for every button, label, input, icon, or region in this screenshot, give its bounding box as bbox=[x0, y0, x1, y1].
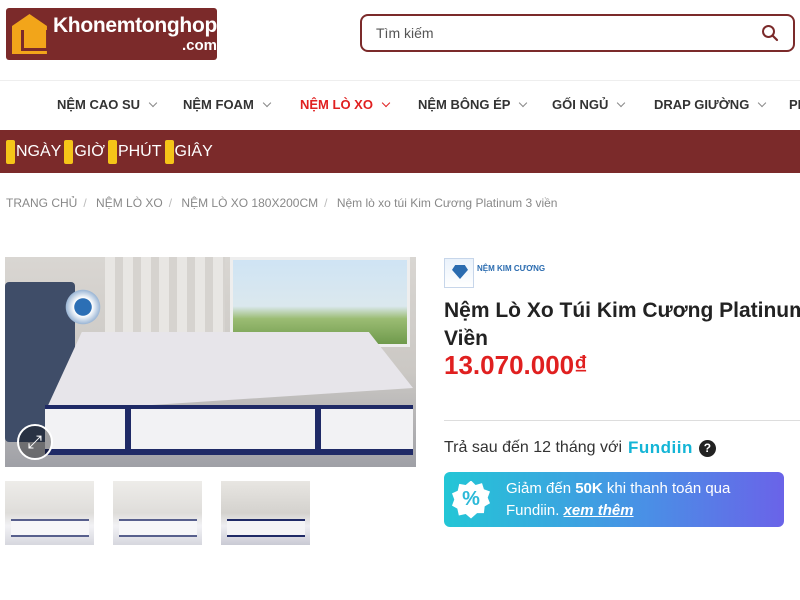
breadcrumb-link-subcategory[interactable]: NỆM LÒ XO 180X200CM bbox=[181, 196, 318, 210]
search-icon[interactable] bbox=[761, 24, 779, 42]
fundiin-logo: Fundiin bbox=[628, 438, 693, 457]
discount-badge-icon: % bbox=[452, 480, 490, 519]
countdown-value bbox=[107, 139, 117, 164]
promo-text: Giảm đến 50K khi thanh toán qua Fundiin.… bbox=[506, 478, 730, 522]
fundiin-promo-banner[interactable]: % Giảm đến 50K khi thanh toán qua Fundii… bbox=[444, 472, 784, 527]
promo-prefix: Giảm đến bbox=[506, 479, 572, 497]
nav-item-nem-foam[interactable]: NỆM FOAM bbox=[183, 97, 272, 112]
nav-item-label: GỐI NGỦ bbox=[552, 97, 609, 112]
countdown-minutes: PHÚT bbox=[107, 139, 162, 164]
countdown-seconds: GIÂY bbox=[164, 139, 213, 164]
thumbnail-2[interactable] bbox=[113, 481, 202, 545]
nav-item-nem-lo-xo[interactable]: NỆM LÒ XO bbox=[300, 97, 391, 112]
mattress-side-graphic bbox=[45, 405, 413, 455]
mattress-stripe bbox=[125, 405, 131, 455]
logo-house-icon bbox=[12, 14, 47, 54]
countdown-days: NGÀY bbox=[6, 139, 62, 164]
countdown-label: NGÀY bbox=[16, 142, 62, 160]
breadcrumb-separator: / bbox=[168, 196, 173, 210]
thumbnail-strip bbox=[5, 481, 329, 545]
breadcrumb-link-category[interactable]: NỆM LÒ XO bbox=[96, 196, 163, 210]
nav-item-nem-cao-su[interactable]: NỆM CAO SU bbox=[57, 97, 158, 112]
breadcrumb-separator: / bbox=[83, 196, 87, 210]
countdown-label: GIÂY bbox=[174, 142, 213, 160]
help-icon[interactable]: ? bbox=[698, 439, 716, 457]
countdown-value bbox=[64, 139, 74, 164]
nav-item-goi-ngu[interactable]: GỐI NGỦ bbox=[552, 97, 626, 112]
breadcrumb-current: Nệm lò xo túi Kim Cương Platinum 3 viền bbox=[336, 196, 558, 210]
logo-line1: Khonemtonghop bbox=[52, 14, 217, 37]
nav-item-ph[interactable]: PH bbox=[789, 97, 800, 112]
countdown-label: GIỜ bbox=[74, 142, 105, 160]
main-nav: NỆM CAO SU NỆM FOAM NỆM LÒ XO NỆM BÔNG É… bbox=[0, 80, 800, 130]
search-input[interactable] bbox=[362, 16, 742, 50]
site-logo[interactable]: Khonemtonghop .com bbox=[6, 8, 217, 60]
paylater-info: Trả sau đến 12 tháng với Fundiin ? bbox=[444, 438, 716, 458]
countdown-value bbox=[6, 139, 15, 164]
chevron-down-icon bbox=[519, 98, 528, 107]
nav-item-label: PH bbox=[789, 97, 800, 112]
promo-see-more-link[interactable]: xem thêm bbox=[564, 502, 634, 519]
logo-line2: .com bbox=[181, 37, 217, 54]
nav-item-drap-giuong[interactable]: DRAP GIƯỜNG bbox=[654, 97, 767, 112]
site-header: Khonemtonghop .com bbox=[0, 0, 800, 80]
product-title-line1: Nệm Lò Xo Túi Kim Cương Platinum 3 bbox=[444, 299, 800, 322]
countdown-value bbox=[164, 139, 174, 164]
nav-item-label: NỆM CAO SU bbox=[57, 97, 141, 112]
chevron-down-icon bbox=[148, 98, 158, 107]
nav-item-nem-bong-ep[interactable]: NỆM BÔNG ÉP bbox=[418, 97, 528, 112]
countdown-label: PHÚT bbox=[117, 142, 162, 160]
chevron-down-icon bbox=[381, 98, 391, 107]
logo-text: Khonemtonghop .com bbox=[53, 15, 217, 53]
nav-item-label: NỆM BÔNG ÉP bbox=[418, 97, 511, 112]
product-title-line2: Viền bbox=[444, 327, 488, 350]
countdown-hours: GIỜ bbox=[64, 139, 105, 164]
divider bbox=[444, 420, 800, 421]
search-box bbox=[360, 14, 795, 52]
diamond-logo-icon bbox=[444, 258, 474, 288]
product-brand[interactable]: NỆM KIM CƯƠNG bbox=[444, 258, 545, 288]
brand-badge-icon bbox=[63, 287, 103, 327]
breadcrumb-separator: / bbox=[324, 196, 328, 210]
promo-line2: Fundiin. bbox=[506, 501, 560, 519]
nav-item-label: NỆM FOAM bbox=[183, 97, 254, 112]
zoom-expand-icon[interactable]: ⤢ bbox=[17, 424, 53, 460]
product-price: 13.070.000₫ bbox=[444, 350, 588, 380]
breadcrumb-link-home[interactable]: TRANG CHỦ bbox=[6, 196, 77, 210]
product-main-image[interactable]: ⤢ bbox=[5, 257, 416, 467]
breadcrumb: TRANG CHỦ / NỆM LÒ XO / NỆM LÒ XO 180X200C… bbox=[6, 196, 563, 210]
brand-name: NỆM KIM CƯƠNG bbox=[477, 263, 546, 273]
nav-item-label: NỆM LÒ XO bbox=[300, 97, 373, 112]
countdown-banner: NGÀY GIỜ PHÚT GIÂY bbox=[0, 130, 800, 173]
promo-amount: 50K bbox=[575, 479, 603, 497]
promo-suffix: khi thanh toán qua bbox=[606, 479, 731, 497]
thumbnail-3[interactable] bbox=[221, 481, 310, 545]
chevron-down-icon bbox=[617, 98, 626, 107]
chevron-down-icon bbox=[262, 98, 272, 107]
chevron-down-icon bbox=[758, 98, 767, 107]
nav-item-label: DRAP GIƯỜNG bbox=[654, 97, 750, 112]
paylater-text: Trả sau đến 12 tháng với bbox=[444, 439, 623, 456]
product-title: Nệm Lò Xo Túi Kim Cương Platinum 3 Viền bbox=[444, 297, 800, 353]
mattress-stripe bbox=[315, 405, 321, 455]
thumbnail-1[interactable] bbox=[5, 481, 94, 545]
